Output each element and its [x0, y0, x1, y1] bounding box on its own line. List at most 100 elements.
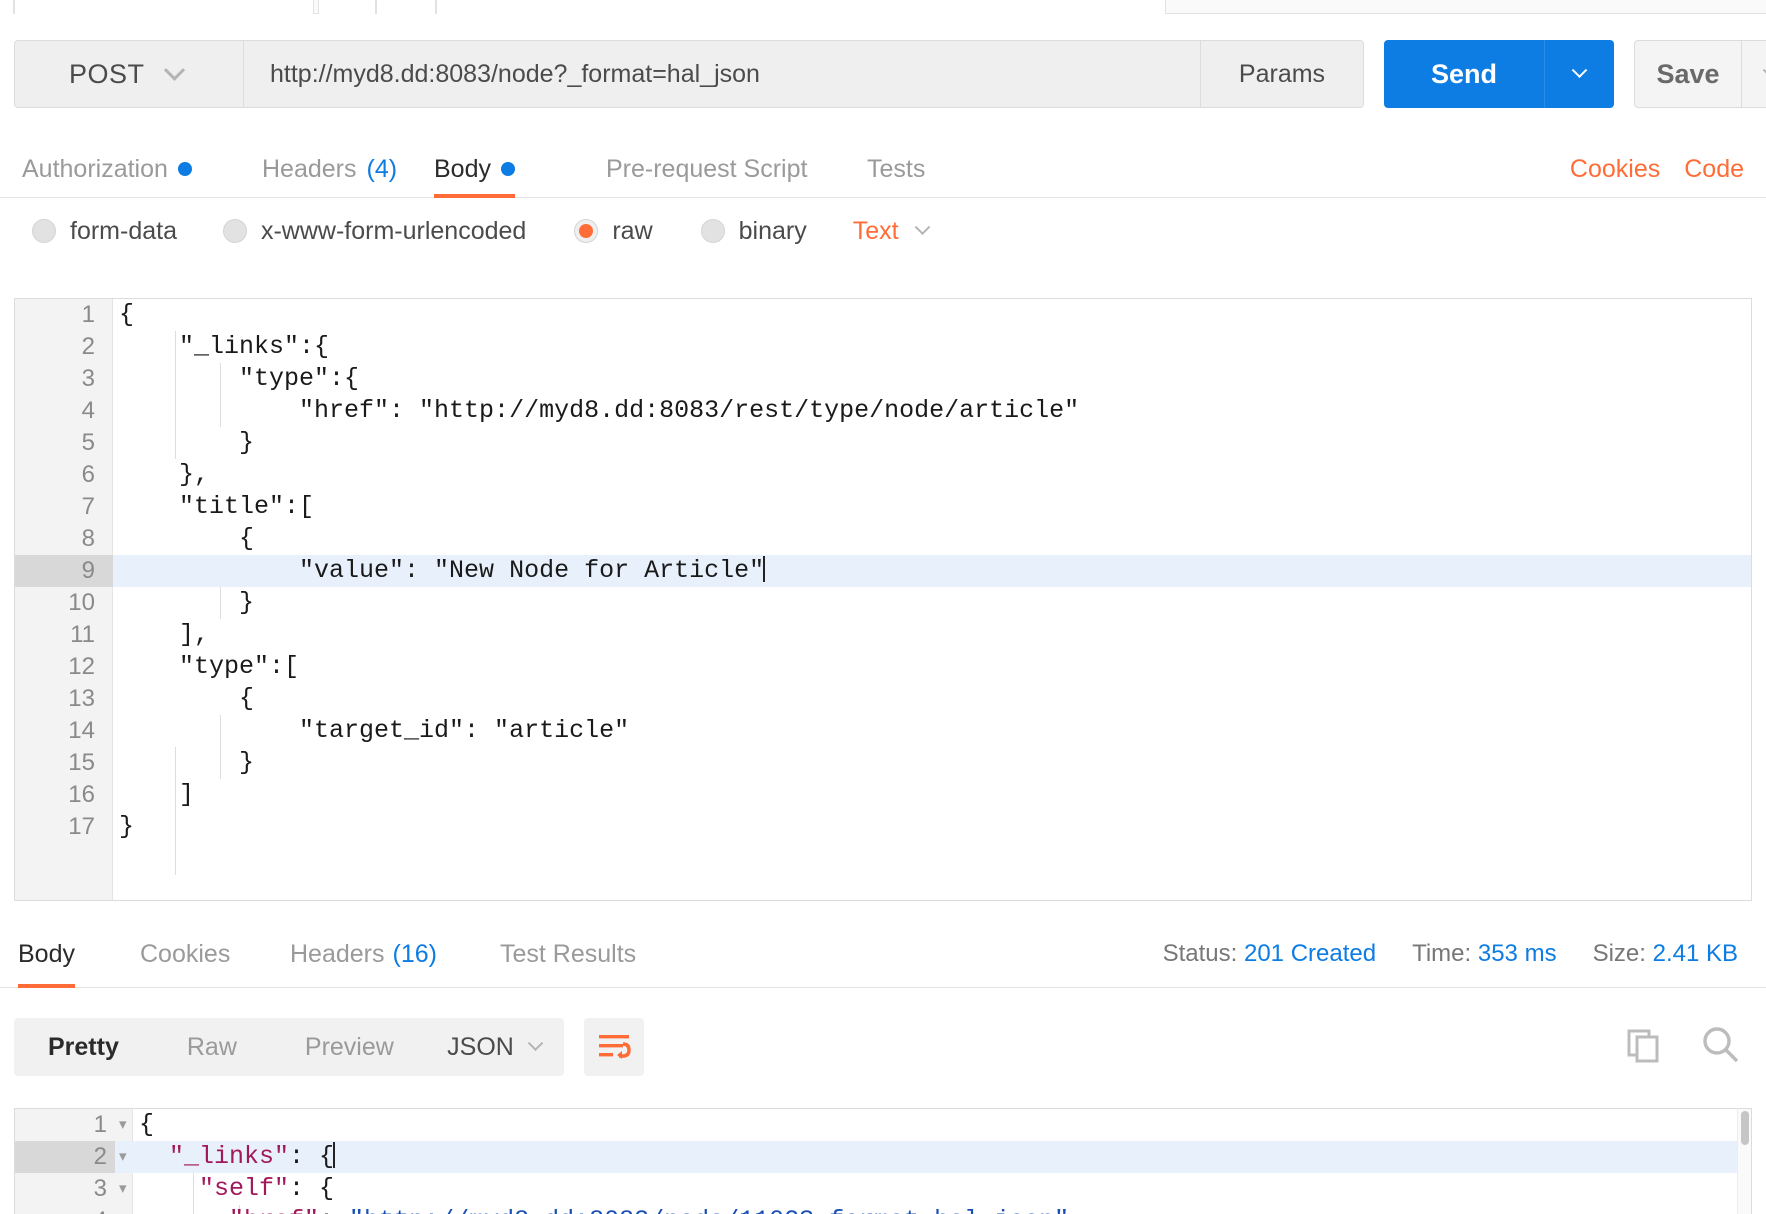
request-code-line[interactable]: 4 "href": "http://myd8.dd:8083/rest/type…: [15, 395, 1751, 427]
search-button[interactable]: [1700, 1024, 1742, 1071]
line-number: 1: [81, 301, 95, 328]
radio-icon-selected: [574, 219, 599, 243]
tab-tests[interactable]: Tests: [867, 140, 925, 198]
line-text: }: [119, 588, 255, 617]
tab-authorization[interactable]: Authorization: [22, 140, 192, 198]
response-view-raw[interactable]: Raw: [153, 1018, 271, 1076]
response-format-selector[interactable]: JSON: [424, 1018, 564, 1076]
status-group: Status: 201 Created: [1163, 940, 1376, 968]
request-code-line[interactable]: 12 "type":[: [15, 651, 1751, 683]
body-type-binary[interactable]: binary: [700, 217, 807, 246]
request-code-lines[interactable]: 1{2 "_links":{3 "type":{4 "href": "http:…: [15, 299, 1751, 900]
save-options-button[interactable]: [1742, 40, 1766, 108]
line-text: "_links": {: [139, 1141, 336, 1173]
url-input[interactable]: http://myd8.dd:8083/node?_format=hal_jso…: [244, 40, 1201, 108]
tab-pre-request-script-label: Pre-request Script: [606, 154, 808, 183]
request-tab-label: api-json-content: [37, 0, 172, 2]
fold-toggle-icon[interactable]: ▾: [119, 1173, 135, 1205]
request-code-line[interactable]: 17}: [15, 811, 1751, 843]
copy-button[interactable]: [1624, 1025, 1664, 1070]
copy-icon: [1627, 1029, 1659, 1062]
tab-add-placeholder-2[interactable]: [376, 0, 436, 14]
fold-toggle-icon[interactable]: [119, 1205, 135, 1214]
cookies-link[interactable]: Cookies: [1570, 155, 1660, 184]
tab-pre-request-script[interactable]: Pre-request Script: [606, 140, 807, 198]
response-code-line[interactable]: 1 ▾{: [15, 1109, 1751, 1141]
request-tab-active[interactable]: api-json-content: [14, 0, 314, 14]
tab-tests-label: Tests: [867, 154, 926, 183]
request-code-line[interactable]: 14 "target_id": "article": [15, 715, 1751, 747]
response-code-line[interactable]: 3 ▾ "self": {: [15, 1173, 1751, 1205]
text-cursor: [333, 1142, 336, 1168]
request-code-line[interactable]: 11 ],: [15, 619, 1751, 651]
word-wrap-button[interactable]: [584, 1018, 644, 1076]
response-tab-headers-count: (16): [392, 939, 437, 968]
response-code-lines[interactable]: 1▾{2▾ "_links": {3▾ "self": {4 "href": "…: [15, 1109, 1751, 1214]
fold-toggle-icon[interactable]: ▾: [119, 1141, 135, 1173]
response-body-editor[interactable]: 1▾{2▾ "_links": {3▾ "self": {4 "href": "…: [14, 1108, 1752, 1214]
time-group: Time: 353 ms: [1412, 940, 1556, 968]
line-text: }: [119, 748, 255, 777]
response-tab-headers[interactable]: Headers (16): [290, 920, 437, 988]
line-number: 3: [93, 1175, 107, 1202]
json-punctuation: : {: [289, 1142, 335, 1171]
response-view-segmented-control: Pretty Raw Preview: [14, 1018, 428, 1076]
tab-add-placeholder-1[interactable]: [318, 0, 376, 14]
line-text: "href": "http://myd8.dd:8083/node/1102?_…: [139, 1205, 1069, 1214]
response-view-pretty[interactable]: Pretty: [14, 1018, 153, 1076]
line-text: "title":[: [119, 492, 315, 521]
line-number: 12: [68, 653, 95, 680]
tab-add-placeholder-3[interactable]: [436, 0, 1166, 14]
params-button[interactable]: Params: [1201, 40, 1364, 108]
response-code-line[interactable]: 4 "href": "http://myd8.dd:8083/node/1102…: [15, 1205, 1751, 1214]
body-type-form-data[interactable]: form-data: [32, 217, 177, 246]
body-type-urlencoded-label: x-www-form-urlencoded: [260, 216, 527, 245]
response-code-line[interactable]: 2 ▾ "_links": {: [15, 1141, 1751, 1173]
request-code-line[interactable]: 8 {: [15, 523, 1751, 555]
request-code-line[interactable]: 6 },: [15, 459, 1751, 491]
request-code-line[interactable]: 9 "value": "New Node for Article": [15, 555, 1751, 587]
status-label: Status:: [1162, 940, 1238, 967]
request-code-line[interactable]: 2 "_links":{: [15, 331, 1751, 363]
line-number: 10: [68, 589, 95, 616]
request-code-line[interactable]: 13 {: [15, 683, 1751, 715]
tab-headers[interactable]: Headers (4): [262, 140, 397, 198]
request-code-line[interactable]: 15 }: [15, 747, 1751, 779]
request-code-line[interactable]: 10 }: [15, 587, 1751, 619]
body-type-raw-label: raw: [612, 216, 653, 245]
line-number: 1: [93, 1111, 107, 1138]
request-side-links: Cookies Code: [1570, 140, 1744, 198]
response-tab-cookies[interactable]: Cookies: [140, 920, 230, 988]
status-badge: 201 Created: [1243, 940, 1377, 967]
response-format-label: JSON: [447, 1032, 514, 1061]
request-body-editor[interactable]: 1{2 "_links":{3 "type":{4 "href": "http:…: [14, 298, 1752, 901]
send-options-button[interactable]: [1544, 40, 1614, 108]
tab-authorization-label: Authorization: [22, 154, 168, 183]
raw-format-selector[interactable]: Text: [853, 217, 930, 246]
response-tab-body-label: Body: [18, 939, 75, 968]
url-bar: POST http://myd8.dd:8083/node?_format=ha…: [14, 40, 1766, 108]
scrollbar-thumb[interactable]: [1741, 1111, 1749, 1145]
request-code-line[interactable]: 5 }: [15, 427, 1751, 459]
size-group: Size: 2.41 KB: [1593, 940, 1738, 968]
response-vertical-scrollbar[interactable]: [1737, 1109, 1751, 1214]
response-tab-test-results[interactable]: Test Results: [500, 920, 636, 988]
request-code-line[interactable]: 3 "type":{: [15, 363, 1751, 395]
tab-body[interactable]: Body: [434, 140, 515, 198]
code-link[interactable]: Code: [1684, 155, 1744, 184]
http-method-selector[interactable]: POST: [14, 40, 244, 108]
body-type-urlencoded[interactable]: x-www-form-urlencoded: [222, 216, 527, 246]
json-key: "href": [229, 1206, 319, 1214]
line-text: }: [119, 812, 135, 841]
save-button[interactable]: Save: [1634, 40, 1742, 108]
response-view-preview[interactable]: Preview: [271, 1018, 428, 1076]
body-type-raw[interactable]: raw: [574, 216, 653, 246]
request-code-line[interactable]: 7 "title":[: [15, 491, 1751, 523]
line-number: 13: [68, 685, 95, 712]
request-code-line[interactable]: 1{: [15, 299, 1751, 331]
send-button[interactable]: Send: [1384, 40, 1544, 108]
line-text: "self": {: [139, 1173, 334, 1205]
fold-toggle-icon[interactable]: ▾: [119, 1109, 135, 1141]
response-tab-body[interactable]: Body: [18, 920, 75, 988]
request-code-line[interactable]: 16 ]: [15, 779, 1751, 811]
